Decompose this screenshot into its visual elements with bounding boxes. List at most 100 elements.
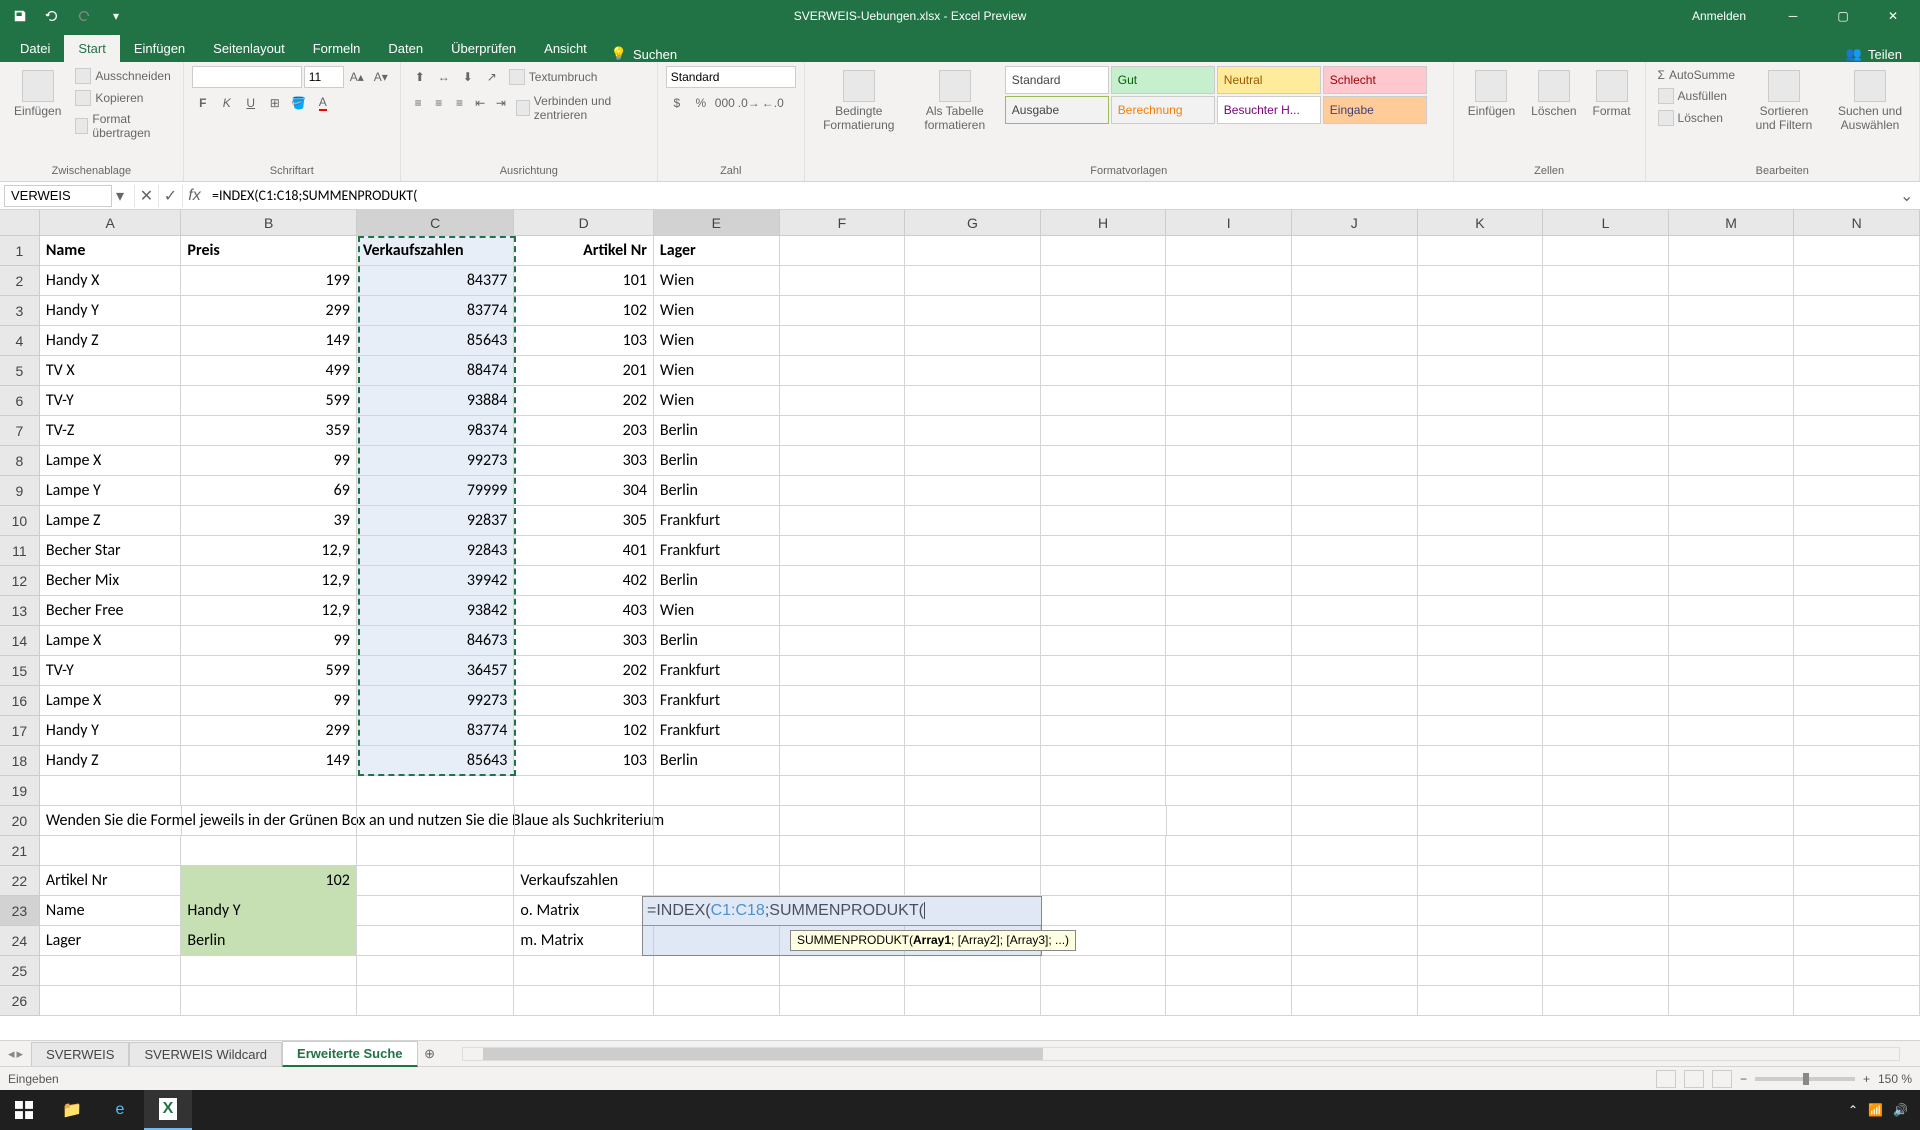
- cell[interactable]: [1041, 776, 1167, 806]
- cell[interactable]: [1292, 836, 1418, 866]
- cell[interactable]: [1418, 476, 1544, 506]
- cell[interactable]: 92843: [357, 536, 515, 566]
- cell[interactable]: 305: [514, 506, 654, 536]
- row-header[interactable]: 5: [0, 356, 40, 386]
- cell[interactable]: [1543, 686, 1669, 716]
- cell[interactable]: 303: [514, 446, 654, 476]
- cell[interactable]: [1794, 986, 1920, 1016]
- cell[interactable]: 402: [514, 566, 654, 596]
- cell[interactable]: Handy Y: [40, 296, 182, 326]
- cell[interactable]: [1292, 236, 1418, 266]
- cell[interactable]: [1669, 986, 1795, 1016]
- cell[interactable]: [905, 266, 1041, 296]
- cell[interactable]: [1669, 686, 1795, 716]
- cell[interactable]: [780, 686, 906, 716]
- row-header[interactable]: 18: [0, 746, 40, 776]
- cell[interactable]: [780, 986, 906, 1016]
- cell[interactable]: [905, 656, 1041, 686]
- tab-view[interactable]: Ansicht: [530, 35, 601, 62]
- select-all-corner[interactable]: [0, 210, 40, 236]
- cell[interactable]: [1794, 716, 1920, 746]
- cell[interactable]: 299: [181, 716, 356, 746]
- cell[interactable]: [1669, 626, 1795, 656]
- row-header[interactable]: 22: [0, 866, 40, 896]
- cell[interactable]: [1041, 446, 1167, 476]
- paste-button[interactable]: Einfügen: [8, 66, 67, 122]
- cell[interactable]: [1418, 626, 1544, 656]
- cell[interactable]: 85643: [357, 326, 515, 356]
- format-as-table-button[interactable]: Als Tabelle formatieren: [909, 66, 1001, 136]
- cell[interactable]: [40, 776, 182, 806]
- merge-button[interactable]: Verbinden und zentrieren: [512, 92, 649, 124]
- row-header[interactable]: 11: [0, 536, 40, 566]
- cell[interactable]: 199: [181, 266, 356, 296]
- cell[interactable]: 303: [514, 626, 654, 656]
- sheet-nav-first[interactable]: ◂: [8, 1046, 15, 1062]
- cell[interactable]: [1794, 236, 1920, 266]
- cell[interactable]: [1292, 476, 1418, 506]
- cell[interactable]: Lampe X: [40, 446, 182, 476]
- cell[interactable]: [1418, 746, 1544, 776]
- underline-button[interactable]: U: [240, 92, 262, 114]
- cell[interactable]: [1794, 686, 1920, 716]
- cell[interactable]: Handy Z: [40, 326, 182, 356]
- cell-editor[interactable]: =INDEX(C1:C18;SUMMENPRODUKT(: [642, 896, 1042, 926]
- cell[interactable]: [1292, 686, 1418, 716]
- cell[interactable]: [1167, 806, 1293, 836]
- cell[interactable]: 403: [514, 596, 654, 626]
- style-bad[interactable]: Schlecht: [1323, 66, 1427, 94]
- cell[interactable]: [1041, 956, 1167, 986]
- cell[interactable]: [905, 596, 1041, 626]
- cell[interactable]: [654, 956, 780, 986]
- cell[interactable]: [1543, 566, 1669, 596]
- cell[interactable]: [1166, 896, 1292, 926]
- name-box-dropdown[interactable]: ▾: [116, 186, 134, 206]
- cell[interactable]: 103: [514, 326, 654, 356]
- cell[interactable]: [1292, 266, 1418, 296]
- cell[interactable]: [1794, 446, 1920, 476]
- cell[interactable]: [357, 776, 515, 806]
- cell[interactable]: [780, 296, 906, 326]
- align-middle[interactable]: ↔: [433, 66, 455, 88]
- cell[interactable]: [1794, 926, 1920, 956]
- col-header-n[interactable]: N: [1794, 210, 1920, 236]
- col-header-a[interactable]: A: [40, 210, 182, 236]
- cell[interactable]: 79999: [357, 476, 515, 506]
- cell[interactable]: [780, 236, 906, 266]
- cell[interactable]: Handy Y: [181, 896, 356, 926]
- col-header-e[interactable]: E: [654, 210, 780, 236]
- style-neutral[interactable]: Neutral: [1217, 66, 1321, 94]
- cell[interactable]: [780, 596, 906, 626]
- indent-dec[interactable]: ⇤: [471, 92, 490, 114]
- style-output[interactable]: Ausgabe: [1005, 96, 1109, 124]
- cell[interactable]: [1543, 506, 1669, 536]
- cell[interactable]: [1794, 956, 1920, 986]
- cell[interactable]: 499: [181, 356, 356, 386]
- cell[interactable]: TV-Y: [40, 656, 182, 686]
- cell[interactable]: [1794, 806, 1920, 836]
- sheet-tab-1[interactable]: SVERWEIS: [31, 1042, 129, 1066]
- cell[interactable]: [1543, 806, 1669, 836]
- row-header[interactable]: 2: [0, 266, 40, 296]
- row-header[interactable]: 1: [0, 236, 40, 266]
- cell[interactable]: [182, 806, 357, 836]
- format-painter-button[interactable]: Format übertragen: [71, 110, 174, 142]
- sheet-nav-last[interactable]: ▸: [17, 1046, 24, 1062]
- cell[interactable]: [1669, 836, 1795, 866]
- cell[interactable]: [780, 326, 906, 356]
- cell[interactable]: [1292, 446, 1418, 476]
- cell[interactable]: [1543, 236, 1669, 266]
- style-input[interactable]: Eingabe: [1323, 96, 1427, 124]
- cell[interactable]: 12,9: [181, 566, 356, 596]
- close-button[interactable]: ✕: [1870, 0, 1916, 32]
- cell[interactable]: [780, 446, 906, 476]
- spreadsheet-grid[interactable]: A B C D E F G H I J K L M N 1NamePreisVe…: [0, 210, 1920, 1040]
- cell[interactable]: 84673: [357, 626, 515, 656]
- tray-volume-icon[interactable]: 🔊: [1893, 1103, 1908, 1117]
- cell[interactable]: [1418, 986, 1544, 1016]
- fill-button[interactable]: Ausfüllen: [1654, 86, 1739, 106]
- cell[interactable]: [1543, 476, 1669, 506]
- cell[interactable]: Preis: [181, 236, 356, 266]
- row-header[interactable]: 19: [0, 776, 40, 806]
- start-button[interactable]: [0, 1090, 48, 1130]
